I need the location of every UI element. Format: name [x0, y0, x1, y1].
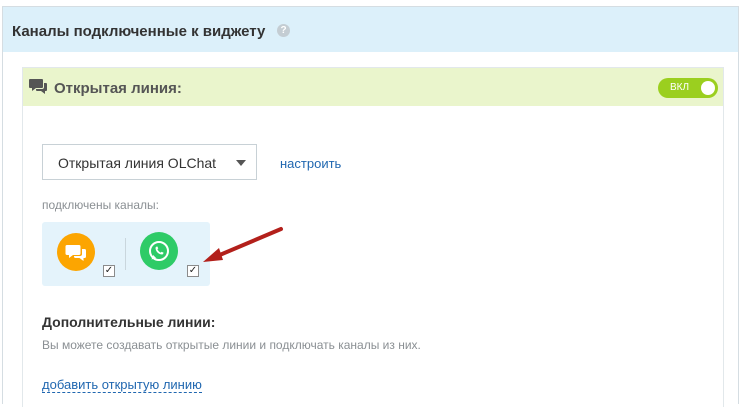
section-header: Каналы подключенные к виджету ? [3, 7, 738, 52]
configure-link[interactable]: настроить [280, 156, 341, 171]
open-line-chat-channel[interactable] [57, 233, 95, 271]
chat-bubbles-icon [29, 79, 47, 94]
open-line-select-value: Открытая линия OLChat [58, 155, 217, 171]
additional-lines-title: Дополнительные линии: [42, 314, 216, 330]
open-line-select[interactable]: Открытая линия OLChat [42, 144, 257, 180]
open-line-panel: Открытая линия: ВКЛ Открытая линия OLCha… [22, 67, 724, 407]
whatsapp-channel[interactable] [140, 232, 178, 270]
toggle-label: ВКЛ [670, 82, 690, 93]
open-line-chat-checkbox[interactable]: ✓ [103, 265, 115, 277]
connected-channels-label: подключены каналы: [42, 198, 159, 212]
open-line-panel-header: Открытая линия: ВКЛ [23, 68, 723, 106]
widget-channels-section: Каналы подключенные к виджету ? Открытая… [2, 6, 739, 407]
connected-channels-box: ✓ ✓ [42, 222, 210, 286]
toggle-knob [701, 81, 715, 95]
whatsapp-icon [149, 241, 169, 261]
open-line-toggle[interactable]: ВКЛ [658, 78, 718, 98]
help-icon[interactable]: ? [277, 24, 290, 37]
channels-divider [125, 238, 126, 270]
add-open-line-link[interactable]: добавить открытую линию [42, 377, 202, 393]
chevron-down-icon [236, 160, 246, 166]
open-line-title: Открытая линия: [54, 80, 182, 97]
red-arrow-annotation [203, 227, 283, 262]
chat-bubbles-icon [65, 245, 86, 261]
additional-lines-description: Вы можете создавать открытые линии и под… [42, 338, 421, 352]
section-title: Каналы подключенные к виджету [12, 23, 266, 40]
